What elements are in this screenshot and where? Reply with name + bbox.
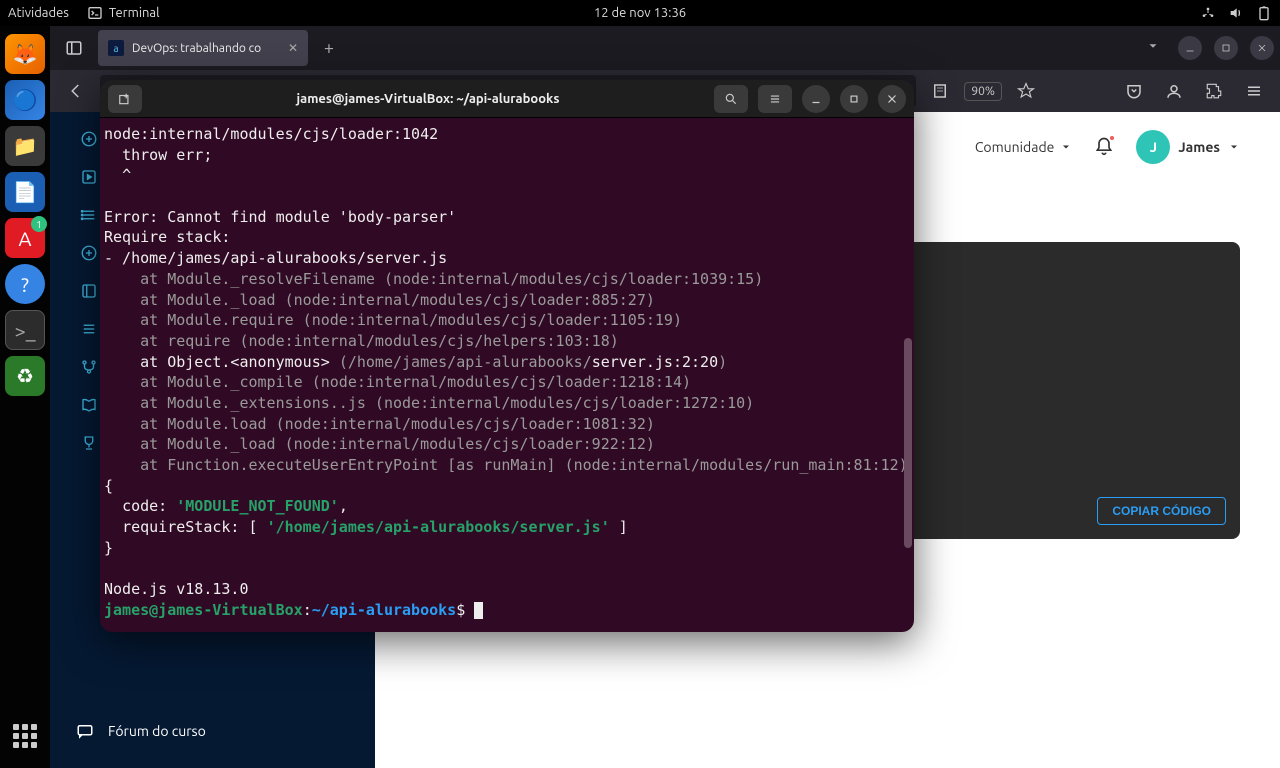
bookmark-button[interactable]: [1010, 75, 1042, 107]
terminal-minimize-button[interactable]: [802, 85, 830, 113]
dock-writer[interactable]: 📄: [5, 172, 45, 212]
copy-code-button[interactable]: COPIAR CÓDIGO: [1097, 497, 1226, 525]
sidebar-book-icon[interactable]: [78, 394, 100, 416]
forum-link[interactable]: Fórum do curso: [50, 710, 375, 752]
chevron-down-icon: [1228, 141, 1240, 153]
volume-icon: [1228, 5, 1244, 21]
sidebar-play-icon[interactable]: [78, 166, 100, 188]
terminal-titlebar: james@james-VirtualBox: ~/api-alurabooks: [100, 80, 914, 118]
update-badge: 1: [31, 216, 47, 232]
window-controls: [1178, 36, 1274, 60]
dock-files[interactable]: 📁: [5, 126, 45, 166]
dock: 🦊 🔵 📁 📄 A1 ? >_ ♻: [0, 26, 50, 768]
gnome-topbar: Atividades Terminal 12 de nov 13:36: [0, 0, 1280, 26]
battery-icon: [1256, 5, 1272, 21]
account-button[interactable]: [1158, 75, 1190, 107]
active-app-label: Terminal: [109, 6, 160, 20]
show-applications-button[interactable]: [5, 716, 45, 756]
tab-dropdown[interactable]: [1134, 39, 1172, 57]
sidebar-module-icon[interactable]: [78, 280, 100, 302]
sidebar-trophy-icon[interactable]: [78, 432, 100, 454]
search-button[interactable]: [714, 85, 748, 113]
dock-software[interactable]: A1: [5, 218, 45, 258]
sidebar-list-icon-2[interactable]: [78, 318, 100, 340]
username-label: James: [1178, 139, 1220, 155]
network-icon: [1200, 5, 1216, 21]
terminal-scrollbar[interactable]: [904, 338, 912, 548]
community-dropdown[interactable]: Comunidade: [975, 139, 1073, 155]
user-menu[interactable]: J James: [1136, 130, 1240, 164]
terminal-output: node:internal/modules/cjs/loader:1042 th…: [104, 124, 910, 621]
sidebar-list-icon[interactable]: [78, 204, 100, 226]
menu-button[interactable]: [1238, 75, 1270, 107]
notification-dot: [1108, 134, 1116, 142]
forum-label: Fórum do curso: [108, 723, 206, 739]
sidebar-add-icon-2[interactable]: [78, 242, 100, 264]
terminal-cursor: [474, 602, 483, 619]
pocket-button[interactable]: [1118, 75, 1150, 107]
dock-terminal[interactable]: >_: [5, 310, 45, 350]
chevron-down-icon: [1060, 141, 1072, 153]
browser-tab[interactable]: a DevOps: trabalhando co ✕: [98, 30, 308, 66]
tab-close-button[interactable]: ✕: [288, 41, 298, 55]
reader-view-button[interactable]: [924, 75, 956, 107]
dock-firefox[interactable]: 🦊: [5, 34, 45, 74]
notifications-button[interactable]: [1094, 136, 1114, 159]
dock-thunderbird[interactable]: 🔵: [5, 80, 45, 120]
sidebar-toggle[interactable]: [56, 30, 92, 66]
zoom-indicator[interactable]: 90%: [964, 82, 1002, 101]
clock[interactable]: 12 de nov 13:36: [594, 6, 686, 20]
dock-help[interactable]: ?: [5, 264, 45, 304]
back-button[interactable]: [60, 75, 92, 107]
dock-trash[interactable]: ♻: [5, 356, 45, 396]
community-label: Comunidade: [975, 139, 1055, 155]
terminal-close-button[interactable]: [878, 85, 906, 113]
avatar: J: [1136, 130, 1170, 164]
terminal-body[interactable]: node:internal/modules/cjs/loader:1042 th…: [100, 118, 914, 632]
extensions-button[interactable]: [1198, 75, 1230, 107]
close-button[interactable]: [1250, 36, 1274, 60]
system-status-area[interactable]: [1200, 5, 1272, 21]
sidebar-github-icon[interactable]: [78, 356, 100, 378]
terminal-tray-icon: [87, 5, 103, 21]
activities-button[interactable]: Atividades: [8, 6, 69, 20]
terminal-menu-button[interactable]: [758, 85, 792, 113]
new-tab-button[interactable]: +: [314, 33, 344, 63]
active-app-indicator[interactable]: Terminal: [87, 5, 160, 21]
terminal-title: james@james-VirtualBox: ~/api-alurabooks: [142, 92, 714, 106]
terminal-maximize-button[interactable]: [840, 85, 868, 113]
maximize-button[interactable]: [1214, 36, 1238, 60]
tab-favicon: a: [108, 40, 124, 56]
sidebar-add-icon[interactable]: [78, 128, 100, 150]
new-tab-button[interactable]: [108, 85, 142, 113]
terminal-window: james@james-VirtualBox: ~/api-alurabooks…: [100, 80, 914, 632]
firefox-tabbar: a DevOps: trabalhando co ✕ +: [50, 26, 1280, 70]
minimize-button[interactable]: [1178, 36, 1202, 60]
tab-title: DevOps: trabalhando co: [132, 42, 280, 55]
chat-icon: [76, 722, 94, 740]
zoom-value: 90%: [964, 82, 1002, 101]
